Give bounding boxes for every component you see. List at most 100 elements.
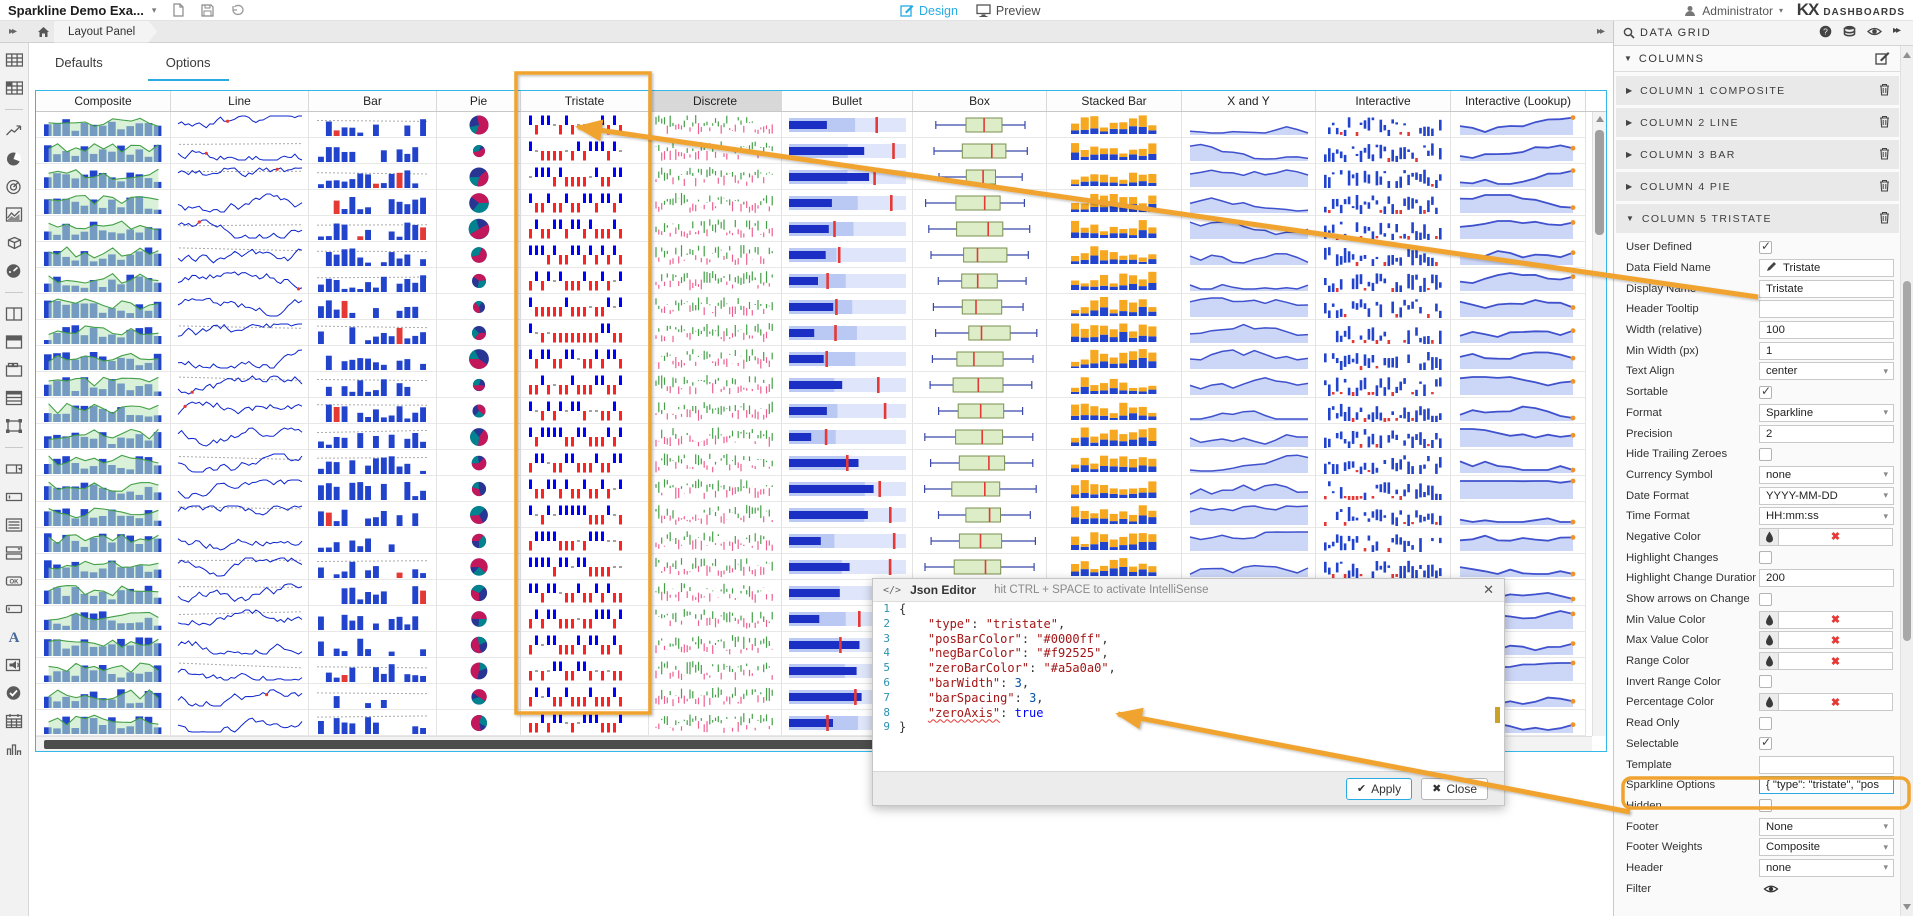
discrete-sparkline-cell[interactable]	[649, 710, 782, 736]
composite-sparkline-cell[interactable]	[36, 216, 171, 242]
box-sparkline-cell[interactable]	[913, 554, 1047, 580]
composite-sparkline-cell[interactable]	[36, 372, 171, 398]
tristate-sparkline-cell[interactable]	[521, 658, 649, 684]
text-input-icon[interactable]	[3, 599, 25, 619]
list-box-icon[interactable]	[3, 515, 25, 535]
line-sparkline-cell[interactable]	[171, 658, 309, 684]
revert-icon[interactable]	[230, 4, 244, 17]
tristate-sparkline-cell[interactable]	[521, 190, 649, 216]
bullet-sparkline-cell[interactable]	[782, 190, 913, 216]
check-toggle-icon[interactable]	[3, 683, 25, 703]
box-sparkline-cell[interactable]	[913, 528, 1047, 554]
box-sparkline-cell[interactable]	[913, 476, 1047, 502]
bullet-sparkline-cell[interactable]	[782, 346, 913, 372]
lookup-sparkline-cell[interactable]	[1451, 424, 1586, 450]
tristate-sparkline-cell[interactable]	[521, 320, 649, 346]
stackedbar-sparkline-cell[interactable]	[1047, 320, 1182, 346]
line-sparkline-cell[interactable]	[171, 684, 309, 710]
pie-sparkline-cell[interactable]	[437, 268, 521, 294]
composite-sparkline-cell[interactable]	[36, 242, 171, 268]
bar-sparkline-cell[interactable]	[309, 164, 437, 190]
tristate-sparkline-cell[interactable]	[521, 112, 649, 138]
discrete-sparkline-cell[interactable]	[649, 684, 782, 710]
box-sparkline-cell[interactable]	[913, 424, 1047, 450]
column-item-column-1-composite[interactable]: ▶ COLUMN 1 COMPOSITE	[1616, 76, 1899, 105]
xy-sparkline-cell[interactable]	[1182, 502, 1316, 528]
ok-button-icon[interactable]: OK	[3, 571, 25, 591]
xy-sparkline-cell[interactable]	[1182, 320, 1316, 346]
composite-sparkline-cell[interactable]	[36, 138, 171, 164]
stackedbar-sparkline-cell[interactable]	[1047, 112, 1182, 138]
box-sparkline-cell[interactable]	[913, 164, 1047, 190]
polar-chart-icon[interactable]	[3, 177, 25, 197]
discrete-sparkline-cell[interactable]	[649, 580, 782, 606]
column-item-column-4-pie[interactable]: ▶ COLUMN 4 PIE	[1616, 172, 1899, 201]
data-source-icon[interactable]	[1843, 25, 1856, 38]
stackedbar-sparkline-cell[interactable]	[1047, 502, 1182, 528]
composite-sparkline-cell[interactable]	[36, 190, 171, 216]
pie-sparkline-cell[interactable]	[437, 606, 521, 632]
bullet-sparkline-cell[interactable]	[782, 164, 913, 190]
bar-sparkline-cell[interactable]	[309, 606, 437, 632]
save-icon[interactable]	[201, 4, 214, 17]
discrete-sparkline-cell[interactable]	[649, 528, 782, 554]
box-sparkline-cell[interactable]	[913, 216, 1047, 242]
caret-right-icon[interactable]: ▶	[1626, 150, 1632, 159]
sortable-checkbox[interactable]	[1759, 386, 1772, 399]
discrete-sparkline-cell[interactable]	[649, 320, 782, 346]
pie-sparkline-cell[interactable]	[437, 502, 521, 528]
discrete-sparkline-cell[interactable]	[649, 606, 782, 632]
pie-sparkline-cell[interactable]	[437, 710, 521, 736]
lookup-sparkline-cell[interactable]	[1451, 190, 1586, 216]
date-picker-icon[interactable]	[3, 711, 25, 731]
bar-sparkline-cell[interactable]	[309, 554, 437, 580]
lookup-sparkline-cell[interactable]	[1451, 398, 1586, 424]
lookup-sparkline-cell[interactable]	[1451, 372, 1586, 398]
line-sparkline-cell[interactable]	[171, 346, 309, 372]
column-item-column-3-bar[interactable]: ▶ COLUMN 3 BAR	[1616, 140, 1899, 169]
discrete-sparkline-cell[interactable]	[649, 164, 782, 190]
bar-sparkline-cell[interactable]	[309, 138, 437, 164]
delete-column-icon[interactable]	[1879, 147, 1890, 165]
interactive-sparkline-cell[interactable]	[1316, 216, 1451, 242]
pie-sparkline-cell[interactable]	[437, 346, 521, 372]
discrete-sparkline-cell[interactable]	[649, 658, 782, 684]
column-header-line[interactable]: Line	[171, 91, 309, 111]
bullet-sparkline-cell[interactable]	[782, 112, 913, 138]
lookup-sparkline-cell[interactable]	[1451, 502, 1586, 528]
line-sparkline-cell[interactable]	[171, 372, 309, 398]
pie-sparkline-cell[interactable]	[437, 138, 521, 164]
scroll-up-icon[interactable]	[1596, 116, 1604, 122]
pie-sparkline-cell[interactable]	[437, 632, 521, 658]
lookup-sparkline-cell[interactable]	[1451, 268, 1586, 294]
interactive-sparkline-cell[interactable]	[1316, 190, 1451, 216]
close-button[interactable]: ✖ Close	[1421, 778, 1488, 800]
range-color-droplet-icon[interactable]	[1759, 652, 1779, 670]
xy-sparkline-cell[interactable]	[1182, 424, 1316, 450]
xy-sparkline-cell[interactable]	[1182, 450, 1316, 476]
footer-select[interactable]: None	[1759, 818, 1894, 836]
bar-sparkline-cell[interactable]	[309, 424, 437, 450]
box-sparkline-cell[interactable]	[913, 242, 1047, 268]
tab-options[interactable]: Options	[148, 55, 229, 81]
line-sparkline-cell[interactable]	[171, 424, 309, 450]
composite-sparkline-cell[interactable]	[36, 554, 171, 580]
date-format-select[interactable]: YYYY-MM-DD	[1759, 487, 1894, 505]
line-sparkline-cell[interactable]	[171, 606, 309, 632]
bullet-sparkline-cell[interactable]	[782, 242, 913, 268]
discrete-sparkline-cell[interactable]	[649, 268, 782, 294]
lookup-sparkline-cell[interactable]	[1451, 138, 1586, 164]
hide-trailing-zeroes-checkbox[interactable]	[1759, 448, 1772, 461]
pie-sparkline-cell[interactable]	[437, 242, 521, 268]
design-mode-button[interactable]: Design	[900, 4, 958, 18]
bullet-sparkline-cell[interactable]	[782, 476, 913, 502]
pie-chart-icon[interactable]	[3, 149, 25, 169]
tristate-sparkline-cell[interactable]	[521, 606, 649, 632]
column-header-tristate[interactable]: Tristate	[521, 91, 649, 111]
column-header-composite[interactable]: Composite	[36, 91, 171, 111]
delete-column-icon[interactable]	[1879, 115, 1890, 133]
tristate-sparkline-cell[interactable]	[521, 268, 649, 294]
bar-sparkline-cell[interactable]	[309, 398, 437, 424]
tristate-sparkline-cell[interactable]	[521, 502, 649, 528]
tristate-sparkline-cell[interactable]	[521, 450, 649, 476]
